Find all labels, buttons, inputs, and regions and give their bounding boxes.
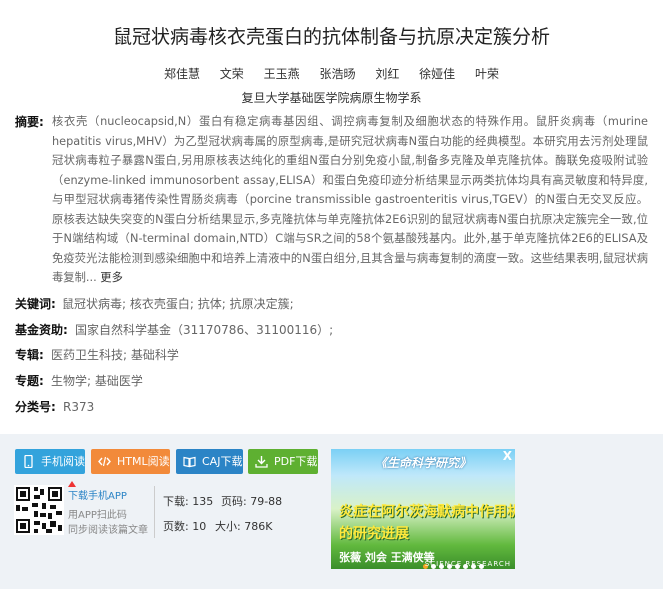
author-link[interactable]: 刘红 <box>375 67 399 81</box>
author-link[interactable]: 文荣 <box>220 67 244 81</box>
downloads-value: 135 <box>192 495 214 508</box>
series-row: 专辑: 医药卫生科技; 基础科学 <box>15 345 635 365</box>
download-icon <box>255 456 268 468</box>
class-row: 分类号: R373 <box>15 397 635 417</box>
size-value: 786K <box>244 520 273 533</box>
size-label: 大小: <box>215 520 241 533</box>
pdf-download-label: PDF下载 <box>274 455 318 468</box>
book-icon <box>183 456 196 468</box>
pdf-download-button[interactable]: PDF下载 <box>248 449 318 474</box>
author-link[interactable]: 叶荣 <box>475 67 499 81</box>
series-label: 专辑: <box>15 348 44 362</box>
pages-value: 79-88 <box>250 495 283 508</box>
topic-value: 生物学; 基础医学 <box>51 374 143 388</box>
abstract-text: 核衣壳（nucleocapsid,N）蛋白有稳定病毒基因组、调控病毒复制及细胞状… <box>52 112 648 288</box>
author-link[interactable]: 徐娅佳 <box>419 67 455 81</box>
app-tip-scan: 用APP扫此码 <box>68 510 127 521</box>
caj-download-label: CAJ下载 <box>202 455 243 468</box>
fund-label: 基金资助: <box>15 323 68 337</box>
keywords-value[interactable]: 鼠冠状病毒; 核衣壳蛋白; 抗体; 抗原决定簇; <box>62 294 294 314</box>
author-link[interactable]: 郑佳慧 <box>164 67 200 81</box>
page-count-value: 10 <box>192 520 207 533</box>
advertisement-banner[interactable]: 《生命科学研究》 X 炎症在阿尔茨海默病中作用机制 的研究进展 张薇 刘会 王满… <box>331 449 515 569</box>
ad-journal-title: 《生命科学研究》 <box>374 456 471 470</box>
phone-icon <box>24 455 33 468</box>
divider <box>154 486 155 538</box>
author-list: 郑佳慧 文荣 王玉燕 张浩旸 刘红 徐娅佳 叶荣 <box>0 65 663 82</box>
mobile-read-button[interactable]: 手机阅读 <box>15 449 85 474</box>
ad-headline-1: 炎症在阿尔茨海默病中作用机制 <box>339 504 515 520</box>
article-title: 鼠冠状病毒核衣壳蛋白的抗体制备与抗原决定簇分析 <box>112 26 550 48</box>
author-link[interactable]: 王玉燕 <box>264 67 300 81</box>
app-tip-sync: 同步阅读该篇文章 <box>68 525 148 536</box>
abstract-body: 核衣壳（nucleocapsid,N）蛋白有稳定病毒基因组、调控病毒复制及细胞状… <box>52 115 648 284</box>
action-panel: 手机阅读 HTML阅读 CAJ下载 PDF下载 下载手机APP 用APP扫此码 … <box>0 434 663 589</box>
fund-row: 基金资助: 国家自然科学基金（31170786、31100116）; <box>15 320 635 340</box>
download-app-link[interactable]: 下载手机APP <box>68 487 127 502</box>
mobile-read-label: 手机阅读 <box>41 455 85 468</box>
abstract-label: 摘要: <box>15 115 44 129</box>
abstract-more-link[interactable]: 更多 <box>100 271 123 284</box>
author-link[interactable]: 张浩旸 <box>319 67 355 81</box>
class-value: R373 <box>63 400 95 414</box>
organization-link[interactable]: 复旦大学基础医学院病原生物学系 <box>0 89 663 106</box>
qr-code-icon <box>14 485 64 535</box>
ad-authors: 张薇 刘会 王满侠等 <box>339 551 435 564</box>
ad-footer: SCIENCE RESEARCH <box>424 560 511 568</box>
page-count-stat: 页数: 10 <box>163 518 206 534</box>
html-read-label: HTML阅读 <box>117 455 170 468</box>
series-value: 医药卫生科技; 基础科学 <box>51 348 179 362</box>
topic-label: 专题: <box>15 374 44 388</box>
size-stat: 大小: 786K <box>215 518 272 534</box>
pages-label: 页码: <box>221 495 247 508</box>
keywords-row: 关键词: 鼠冠状病毒; 核衣壳蛋白; 抗体; 抗原决定簇; <box>15 294 635 314</box>
keywords-label: 关键词: <box>15 297 56 311</box>
page-count-label: 页数: <box>163 520 189 533</box>
downloads-stat: 下载: 135 <box>163 493 213 509</box>
downloads-label: 下载: <box>163 495 189 508</box>
code-icon <box>98 456 111 467</box>
topic-row: 专题: 生物学; 基础医学 <box>15 371 635 391</box>
close-icon[interactable]: X <box>503 449 512 463</box>
caj-download-button[interactable]: CAJ下载 <box>176 449 243 474</box>
class-label: 分类号: <box>15 400 56 414</box>
ad-headline-2: 的研究进展 <box>339 526 409 542</box>
fund-value[interactable]: 国家自然科学基金（31170786、31100116）; <box>75 320 333 340</box>
pages-stat: 页码: 79-88 <box>221 493 282 509</box>
html-read-button[interactable]: HTML阅读 <box>91 449 170 474</box>
